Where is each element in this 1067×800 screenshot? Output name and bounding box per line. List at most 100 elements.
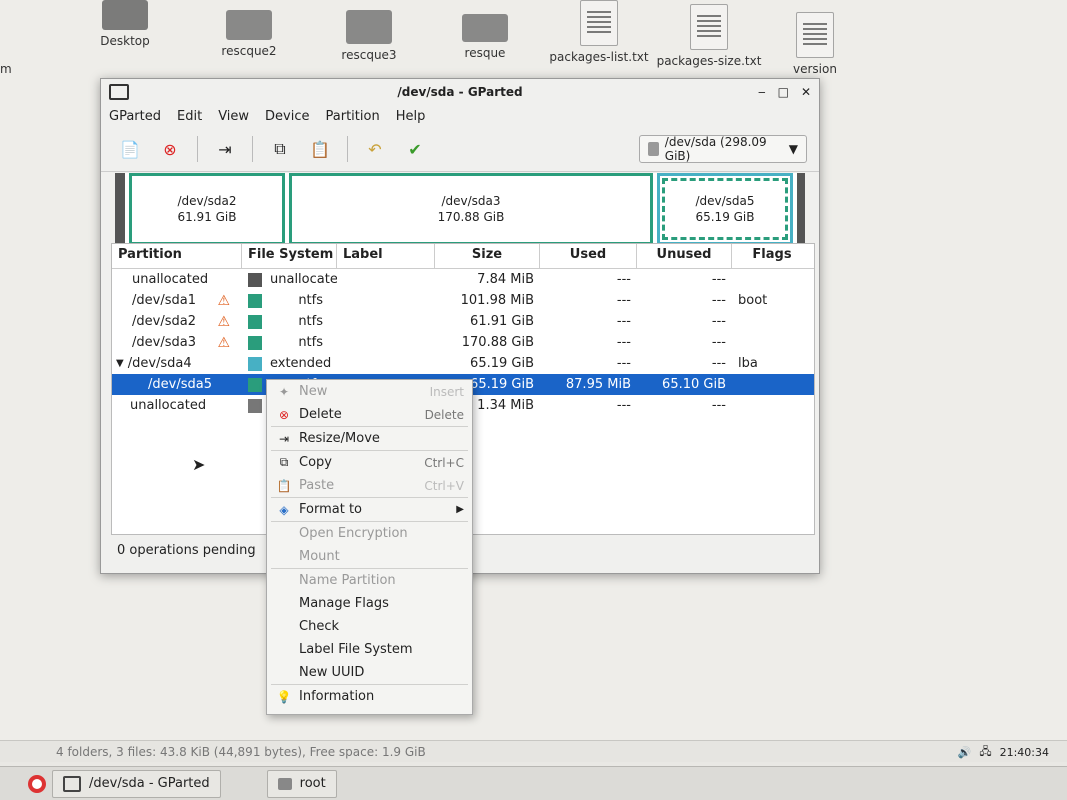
new-partition-button[interactable]: 📄 [117, 136, 143, 162]
menu-device[interactable]: Device [265, 109, 309, 124]
folder-icon [102, 0, 148, 30]
folder-icon [462, 14, 508, 42]
toolbar-separator [197, 136, 198, 162]
new-icon: ✦ [278, 384, 290, 399]
task-root[interactable]: root [266, 769, 337, 798]
fs-color-swatch [248, 398, 262, 413]
window-title: /dev/sda - GParted [397, 85, 523, 99]
desktop-folder-icon[interactable]: Desktop [70, 0, 180, 48]
toolbar-separator [347, 136, 348, 162]
menu-item-mount[interactable]: Mount [267, 545, 472, 568]
menu-partition[interactable]: Partition [326, 109, 380, 124]
menu-item-manage-flags[interactable]: Manage Flags [267, 592, 472, 615]
close-button[interactable]: ✕ [801, 85, 811, 99]
menu-gparted[interactable]: GParted [109, 109, 161, 124]
col-used[interactable]: Used [540, 244, 637, 268]
diskmap-sda2[interactable]: /dev/sda2 61.91 GiB [129, 173, 285, 245]
packages-size-file-icon[interactable]: packages-size.txt [654, 4, 764, 68]
rescque3-folder-icon[interactable]: rescque3 [314, 10, 424, 62]
paste-button[interactable]: 📋 [307, 136, 333, 162]
menu-item-label: Resize/Move [299, 431, 380, 446]
desktop-icon-label: packages-list.txt [549, 50, 649, 64]
table-row[interactable]: /dev/sda3 ⚠ ntfs 170.88 GiB --- --- [112, 332, 814, 353]
partition-used: --- [616, 335, 631, 350]
fs-name: ntfs [298, 293, 323, 308]
task-gparted[interactable]: /dev/sda - GParted [52, 769, 221, 798]
partition-size: 170.88 GiB [461, 335, 534, 350]
menu-item-label-file-system[interactable]: Label File System [267, 638, 472, 661]
menu-item-delete[interactable]: ⊗ Delete Delete [267, 403, 472, 426]
warning-icon: ⚠ [217, 334, 230, 351]
table-row[interactable]: ▼/dev/sda4 extended 65.19 GiB --- --- lb… [112, 353, 814, 374]
network-icon[interactable]: 🖧 [979, 743, 991, 762]
partition-used: --- [616, 314, 631, 329]
resque-folder-icon[interactable]: resque [430, 14, 540, 60]
menu-item-label: Format to [299, 502, 362, 517]
menu-item-format-to[interactable]: ◈ Format to ▶ [267, 498, 472, 521]
desktop-icon-label: packages-size.txt [656, 54, 762, 68]
menu-edit[interactable]: Edit [177, 109, 202, 124]
menu-item-paste[interactable]: 📋 Paste Ctrl+V [267, 474, 472, 497]
col-flags[interactable]: Flags [732, 244, 812, 268]
menu-item-name-partition[interactable]: Name Partition [267, 569, 472, 592]
version-file-icon[interactable]: version [760, 12, 870, 76]
copy-icon: ⧉ [279, 455, 289, 469]
menu-view[interactable]: View [218, 109, 249, 124]
disk-partition-map: /dev/sda2 61.91 GiB /dev/sda3 170.88 GiB… [115, 173, 805, 245]
col-partition[interactable]: Partition [112, 244, 242, 268]
menu-item-label: Paste [299, 478, 335, 493]
lifebuoy-menu-icon[interactable] [28, 774, 46, 793]
menu-item-resize-move[interactable]: ⇥ Resize/Move [267, 427, 472, 450]
menu-item-label: Manage Flags [299, 596, 389, 611]
table-row[interactable]: /dev/sda1 ⚠ ntfs 101.98 MiB --- --- boot [112, 290, 814, 311]
menu-item-label: Check [299, 619, 339, 634]
menu-item-open-encryption[interactable]: Open Encryption [267, 522, 472, 545]
fs-name: ntfs [298, 335, 323, 350]
packages-list-file-icon[interactable]: packages-list.txt [544, 0, 654, 64]
partition-used: --- [616, 398, 631, 413]
device-selector[interactable]: /dev/sda (298.09 GiB) ▼ [639, 135, 807, 163]
paste-icon: 📋 [310, 139, 330, 159]
diskmap-extended-sda4[interactable]: /dev/sda5 65.19 GiB [657, 173, 793, 245]
expand-triangle-icon[interactable]: ▼ [116, 358, 124, 369]
col-file-system[interactable]: File System [242, 244, 337, 268]
diskmap-unallocated[interactable] [115, 173, 125, 245]
maximize-button[interactable]: □ [778, 85, 789, 99]
partition-unused: --- [711, 335, 726, 350]
minimize-button[interactable]: ‒ [758, 85, 766, 99]
col-size[interactable]: Size [435, 244, 540, 268]
undo-button[interactable]: ↶ [362, 136, 388, 162]
table-header: Partition File System Label Size Used Un… [112, 244, 814, 269]
fs-color-swatch [248, 314, 262, 329]
menu-item-check[interactable]: Check [267, 615, 472, 638]
menu-item-copy[interactable]: ⧉ Copy Ctrl+C [267, 451, 472, 474]
mouse-pointer-icon: ➤ [192, 455, 206, 474]
menu-item-information[interactable]: 💡 Information [267, 685, 472, 708]
menu-help[interactable]: Help [396, 109, 426, 124]
fs-color-swatch [248, 272, 262, 287]
diskmap-sda5[interactable]: /dev/sda5 65.19 GiB [662, 178, 788, 240]
copy-button[interactable]: ⧉ [267, 136, 293, 162]
diskmap-unallocated-end[interactable] [797, 173, 805, 245]
table-row[interactable]: /dev/sda2 ⚠ ntfs 61.91 GiB --- --- [112, 311, 814, 332]
menu-item-label: New UUID [299, 665, 365, 680]
delete-partition-button[interactable]: ⊗ [157, 136, 183, 162]
menu-item-new-uuid[interactable]: New UUID [267, 661, 472, 684]
resize-move-button[interactable]: ⇥ [212, 136, 238, 162]
clock[interactable]: 21:40:34 [1000, 746, 1049, 759]
menu-item-accel: Ctrl+C [424, 455, 464, 470]
apply-button[interactable]: ✔ [402, 136, 428, 162]
information-icon: 💡 [276, 689, 292, 704]
volume-icon[interactable]: 🔊 [958, 746, 972, 759]
diskmap-sda3[interactable]: /dev/sda3 170.88 GiB [289, 173, 653, 245]
gparted-app-icon [63, 775, 81, 792]
menu-item-new[interactable]: ✦ New Insert [267, 380, 472, 403]
window-titlebar[interactable]: /dev/sda - GParted ‒ □ ✕ [101, 79, 819, 105]
diskmap-sda5-name: /dev/sda5 [695, 194, 755, 208]
table-row[interactable]: unallocated unallocated 7.84 MiB --- --- [112, 269, 814, 290]
partition-name: /dev/sda5 [148, 377, 212, 392]
rescque2-folder-icon[interactable]: rescque2 [194, 10, 304, 58]
col-unused[interactable]: Unused [637, 244, 732, 268]
menubar: GParted Edit View Device Partition Help [101, 105, 819, 127]
col-label[interactable]: Label [337, 244, 435, 268]
